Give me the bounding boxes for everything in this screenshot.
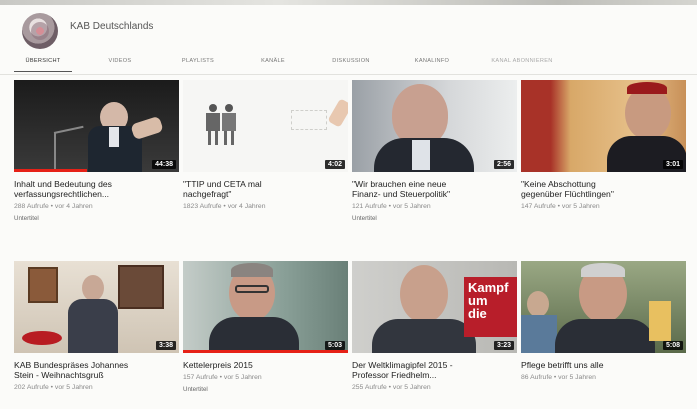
video-title[interactable]: Kettelerpreis 2015 <box>183 360 343 370</box>
video-title-line: "TTIP und CETA mal <box>183 179 262 189</box>
thumbnail-sign-text: Kampf um die <box>468 281 508 320</box>
video-title[interactable]: "TTIP und CETA mal nachgefragt" <box>183 179 343 199</box>
video-title-line: Pflege betrifft uns alle <box>521 360 604 370</box>
video-thumbnail[interactable]: Kampf um die 3:23 <box>352 261 517 353</box>
tab-channels[interactable]: Kanäle <box>248 52 298 72</box>
video-title-line: Inhalt und Bedeutung des <box>14 179 112 189</box>
video-title-line: gegenüber Flüchtlingen" <box>521 189 614 199</box>
video-meta: 255 Aufrufe • vor 5 Jahren <box>352 384 431 391</box>
subtitle-badge: Untertitel <box>14 215 39 222</box>
video-thumbnail[interactable]: 5:08 <box>521 261 686 353</box>
channel-tabs: Übersicht Videos Playlists Kanäle Diskus… <box>14 52 674 72</box>
video-title[interactable]: "Wir brauchen eine neue Finanz- und Steu… <box>352 179 512 199</box>
tab-videos[interactable]: Videos <box>94 52 146 72</box>
tab-subscribe[interactable]: Kanal abonnieren <box>482 52 562 72</box>
sign-line: die <box>468 306 487 321</box>
video-meta: 121 Aufrufe • vor 5 Jahren <box>352 203 431 210</box>
video-title-line: Stein - Weihnachtsgruß <box>14 370 104 380</box>
video-title-line: "Wir brauchen eine neue <box>352 179 447 189</box>
channel-avatar[interactable] <box>22 13 58 49</box>
video-duration: 3:01 <box>662 160 683 169</box>
video-meta: 288 Aufrufe • vor 4 Jahren <box>14 203 93 210</box>
tab-overview[interactable]: Übersicht <box>14 52 72 72</box>
subtitle-badge: Untertitel <box>352 215 377 222</box>
video-title-line: Professor Friedhelm... <box>352 370 437 380</box>
video-title-line: Kettelerpreis 2015 <box>183 360 253 370</box>
tab-about[interactable]: Kanalinfo <box>404 52 460 72</box>
video-title-line: verfassungsrechtlichen... <box>14 189 110 199</box>
video-title[interactable]: KAB Bundespräses Johannes Stein - Weihna… <box>14 360 174 380</box>
video-thumbnail[interactable]: 3:01 <box>521 80 686 172</box>
video-meta: 1823 Aufrufe • vor 4 Jahren <box>183 203 266 210</box>
channel-header: KAB Deutschlands <box>0 5 697 49</box>
video-thumbnail[interactable]: 3:38 <box>14 261 179 353</box>
video-title-line: Finanz- und Steuerpolitik" <box>352 189 451 199</box>
video-title[interactable]: Der Weltklimagipfel 2015 - Professor Fri… <box>352 360 512 380</box>
video-duration: 5:08 <box>662 341 683 350</box>
subtitle-badge: Untertitel <box>183 386 208 393</box>
video-meta: 202 Aufrufe • vor 5 Jahren <box>14 384 93 391</box>
video-duration: 2:56 <box>493 160 514 169</box>
video-title-line: "Keine Abschottung <box>521 179 596 189</box>
video-duration: 3:38 <box>155 341 176 350</box>
watch-progress-bar <box>14 169 87 172</box>
video-duration: 5:03 <box>324 341 345 350</box>
video-thumbnail[interactable]: 2:56 <box>352 80 517 172</box>
video-title-line: KAB Bundespräses Johannes <box>14 360 129 370</box>
video-title-line: Der Weltklimagipfel 2015 - <box>352 360 453 370</box>
video-duration: 44:38 <box>152 160 176 169</box>
tabs-divider <box>0 74 697 75</box>
tab-playlists[interactable]: Playlists <box>168 52 228 72</box>
video-title-line: nachgefragt" <box>183 189 232 199</box>
tab-discussion[interactable]: Diskussion <box>320 52 382 72</box>
video-duration: 3:23 <box>493 341 514 350</box>
video-duration: 4:02 <box>324 160 345 169</box>
video-title[interactable]: Pflege betrifft uns alle <box>521 360 681 370</box>
video-title[interactable]: "Keine Abschottung gegenüber Flüchtlinge… <box>521 179 681 199</box>
channel-name[interactable]: KAB Deutschlands <box>70 21 153 32</box>
video-meta: 86 Aufrufe • vor 5 Jahren <box>521 374 596 381</box>
video-meta: 147 Aufrufe • vor 5 Jahren <box>521 203 600 210</box>
video-thumbnail[interactable]: 44:38 <box>14 80 179 172</box>
video-thumbnail[interactable]: 5:03 <box>183 261 348 353</box>
video-thumbnail[interactable]: 4:02 <box>183 80 348 172</box>
video-meta: 157 Aufrufe • vor 5 Jahren <box>183 374 262 381</box>
video-title[interactable]: Inhalt und Bedeutung des verfassungsrech… <box>14 179 174 199</box>
watch-progress-bar <box>183 350 348 353</box>
